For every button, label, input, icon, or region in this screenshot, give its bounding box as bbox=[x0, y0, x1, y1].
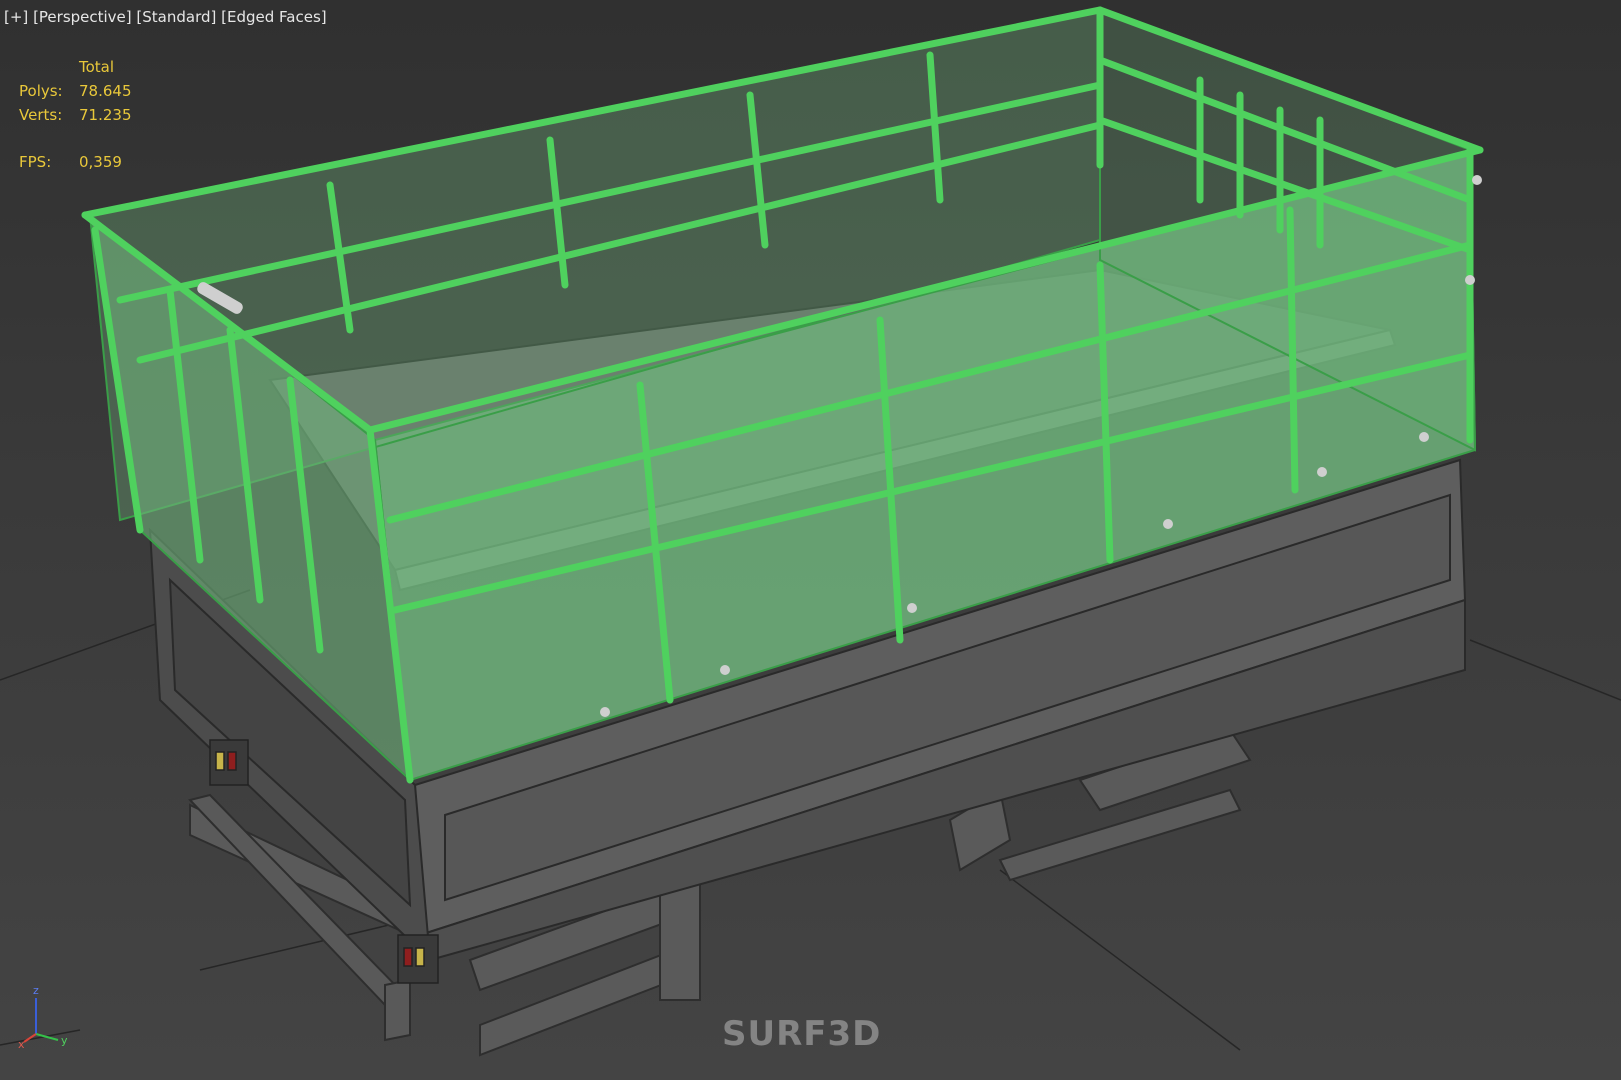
stats-fps-label: FPS: bbox=[19, 153, 52, 171]
axis-z-label: z bbox=[33, 984, 39, 997]
watermark-text: SURF3D bbox=[722, 1014, 882, 1054]
stats-polys-value: 78.645 bbox=[79, 82, 132, 100]
stats-polys-label: Polys: bbox=[19, 82, 63, 100]
viewport-plus-menu[interactable]: [+] bbox=[4, 8, 28, 26]
stats-polys-row: Polys: 78.645 bbox=[19, 79, 132, 103]
stats-verts-value: 71.235 bbox=[79, 106, 132, 124]
viewport-shading-preset-menu[interactable]: [Standard] bbox=[136, 8, 216, 26]
viewport-label: [+] [Perspective] [Standard] [Edged Face… bbox=[4, 8, 327, 26]
stats-total-header: Total bbox=[79, 58, 115, 76]
stats-fps-value: 0,359 bbox=[79, 153, 122, 171]
stats-verts-row: Verts: 71.235 bbox=[19, 103, 132, 127]
viewport-shading-mode-menu[interactable]: [Edged Faces] bbox=[221, 8, 326, 26]
scene-statistics: Total Polys: 78.645 Verts: 71.235 FPS: 0… bbox=[19, 55, 132, 174]
stats-verts-label: Verts: bbox=[19, 106, 63, 124]
3d-viewport[interactable]: [+] [Perspective] [Standard] [Edged Face… bbox=[0, 0, 1621, 1080]
truck-bed-model[interactable] bbox=[0, 0, 1621, 1080]
axis-x-label: x bbox=[18, 1038, 25, 1051]
viewport-point-of-view-menu[interactable]: [Perspective] bbox=[33, 8, 132, 26]
stats-fps-row: FPS: 0,359 bbox=[19, 150, 132, 174]
axis-tripod-icon: z y x bbox=[18, 984, 78, 1051]
axis-y-label: y bbox=[61, 1034, 68, 1047]
